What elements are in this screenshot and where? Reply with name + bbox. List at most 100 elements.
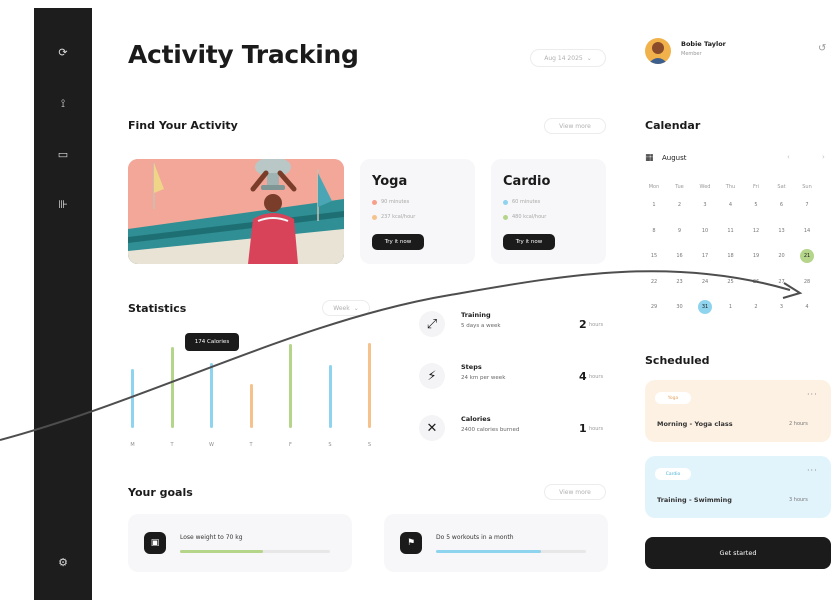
calendar-day[interactable]: 4	[724, 198, 738, 212]
calendar-day[interactable]: 6	[775, 198, 789, 212]
calendar-day[interactable]: 15	[647, 249, 661, 263]
calendar-day[interactable]: 18	[724, 249, 738, 263]
calendar-day[interactable]: 2	[749, 300, 763, 314]
chart-x-label: S	[367, 442, 372, 448]
settings-icon[interactable]: ⚙	[55, 554, 71, 570]
statistics-period-dropdown[interactable]: Week ⌄	[322, 300, 370, 316]
chart-x-label: M	[130, 442, 135, 448]
calendar-day[interactable]: 4	[800, 300, 814, 314]
clock-icon	[503, 199, 508, 205]
get-started-button[interactable]: Get started	[645, 537, 831, 569]
goal-card-weight[interactable]: ▣ Lose weight to 70 kg	[128, 514, 352, 572]
yoga-try-button[interactable]: Try it now	[372, 234, 424, 250]
chart-x-label: T	[170, 442, 174, 448]
goal-progress-fill	[436, 550, 541, 553]
calendar-day[interactable]: 17	[698, 249, 712, 263]
chart-x-label: F	[289, 442, 292, 448]
next-month-icon[interactable]: ›	[822, 153, 825, 161]
stat-name: Steps	[461, 363, 482, 371]
stat-row-training[interactable]: ⤢ Training 5 days a week 2 hours	[415, 306, 611, 344]
find-activity-view-more[interactable]: View more	[544, 118, 606, 134]
schedule-name: Morning - Yoga class	[657, 420, 733, 428]
calendar-day[interactable]: 14	[800, 224, 814, 238]
calendar-day[interactable]: 12	[749, 224, 763, 238]
schedule-time: 2 hours	[789, 421, 808, 427]
calendar-day[interactable]: 31	[698, 300, 712, 314]
chart-bar[interactable]	[210, 363, 213, 428]
yoga-card[interactable]: Yoga 90 minutes 237 kcal/hour Try it now	[360, 159, 475, 264]
calendar-day[interactable]: 5	[749, 198, 763, 212]
calendar-day[interactable]: 24	[698, 275, 712, 289]
chart-tooltip: 174 Calories	[185, 333, 239, 351]
calendar-icon[interactable]: ▭	[55, 146, 71, 162]
calendar-day[interactable]: 16	[673, 249, 687, 263]
chart-bar[interactable]	[131, 369, 134, 428]
statistics-heading: Statistics	[128, 302, 187, 315]
chart-bar[interactable]	[170, 347, 174, 428]
schedule-card-cardio[interactable]: Cardio ··· Training - Swimming 3 hours	[645, 456, 831, 518]
cardio-try-button[interactable]: Try it now	[503, 234, 555, 250]
calendar-day[interactable]: 9	[673, 224, 687, 238]
page-title: Activity Tracking	[128, 40, 359, 69]
goals-heading: Your goals	[128, 486, 193, 499]
calendar-day[interactable]: 11	[724, 224, 738, 238]
run-icon: ⚡	[419, 363, 445, 389]
calendar-day[interactable]: 3	[698, 198, 712, 212]
period-dropdown[interactable]: Aug 14 2025 ⌄	[530, 49, 606, 67]
calendar-day[interactable]: 25	[724, 275, 738, 289]
chart-bar[interactable]	[249, 384, 253, 428]
calendar-day[interactable]: 2	[673, 198, 687, 212]
cardio-card[interactable]: Cardio 60 minutes 480 kcal/hour Try it n…	[491, 159, 606, 264]
calendar-weekday: Mon	[648, 184, 660, 190]
schedule-card-yoga[interactable]: Yoga ··· Morning - Yoga class 2 hours	[645, 380, 831, 442]
stat-unit: hours	[589, 426, 604, 432]
calendar-day[interactable]: 13	[775, 224, 789, 238]
avatar-image	[648, 42, 668, 64]
calendar-day[interactable]: 22	[647, 275, 661, 289]
calendar-day[interactable]: 8	[647, 224, 661, 238]
chart-bar[interactable]	[289, 344, 292, 428]
calendar-day[interactable]: 1	[724, 300, 738, 314]
chart-x-label: T	[249, 442, 253, 448]
stat-value: 4	[579, 370, 587, 383]
cardio-calories: 480 kcal/hour	[503, 214, 546, 220]
goal-card-workouts[interactable]: ⚑ Do 5 workouts in a month	[384, 514, 608, 572]
calendar-day[interactable]: 28	[800, 275, 814, 289]
calendar-day[interactable]: 23	[673, 275, 687, 289]
chart-icon[interactable]: ⊪	[55, 196, 71, 212]
calendar-day[interactable]: 29	[647, 300, 661, 314]
more-icon[interactable]: ···	[807, 466, 818, 475]
stat-row-steps[interactable]: ⚡ Steps 24 km per week 4 hours	[415, 358, 611, 396]
chart-bar[interactable]	[368, 342, 371, 428]
chart-x-label: W	[209, 442, 214, 448]
avatar[interactable]	[645, 38, 671, 64]
stat-value: 2	[579, 318, 587, 331]
calendar-day[interactable]: 20	[775, 249, 789, 263]
calendar-day[interactable]: 26	[749, 275, 763, 289]
calendar-weekday: Sun	[802, 184, 812, 190]
calendar-day[interactable]: 19	[749, 249, 763, 263]
refresh-icon[interactable]: ⟳	[55, 44, 71, 60]
calendar-day[interactable]: 1	[647, 198, 661, 212]
calendar-day[interactable]: 3	[775, 300, 789, 314]
chart-bar[interactable]	[328, 365, 332, 428]
calendar-month: August	[662, 154, 687, 162]
more-icon[interactable]: ···	[807, 390, 818, 399]
sport-illustration	[128, 159, 344, 264]
calendar-day[interactable]: 10	[698, 224, 712, 238]
notification-icon[interactable]: ↺	[818, 43, 826, 54]
calendar-day[interactable]: 27	[775, 275, 789, 289]
flame-icon	[503, 214, 508, 220]
find-activity-heading: Find Your Activity	[128, 119, 238, 132]
calendar-day[interactable]: 7	[800, 198, 814, 212]
schedule-name: Training - Swimming	[657, 496, 732, 504]
cardio-calories-text: 480 kcal/hour	[512, 214, 547, 220]
calendar-day[interactable]: 30	[673, 300, 687, 314]
calendar-day[interactable]: 21	[800, 249, 814, 263]
prev-month-icon[interactable]: ‹	[787, 153, 790, 161]
goals-view-more[interactable]: View more	[544, 484, 606, 500]
stat-row-calories[interactable]: ✕ Calories 2400 calories burned 1 hours	[415, 410, 611, 448]
calendar-icon: ▦	[645, 153, 654, 163]
activity-icon[interactable]: ⟟	[55, 96, 71, 112]
stat-name: Training	[461, 311, 491, 319]
